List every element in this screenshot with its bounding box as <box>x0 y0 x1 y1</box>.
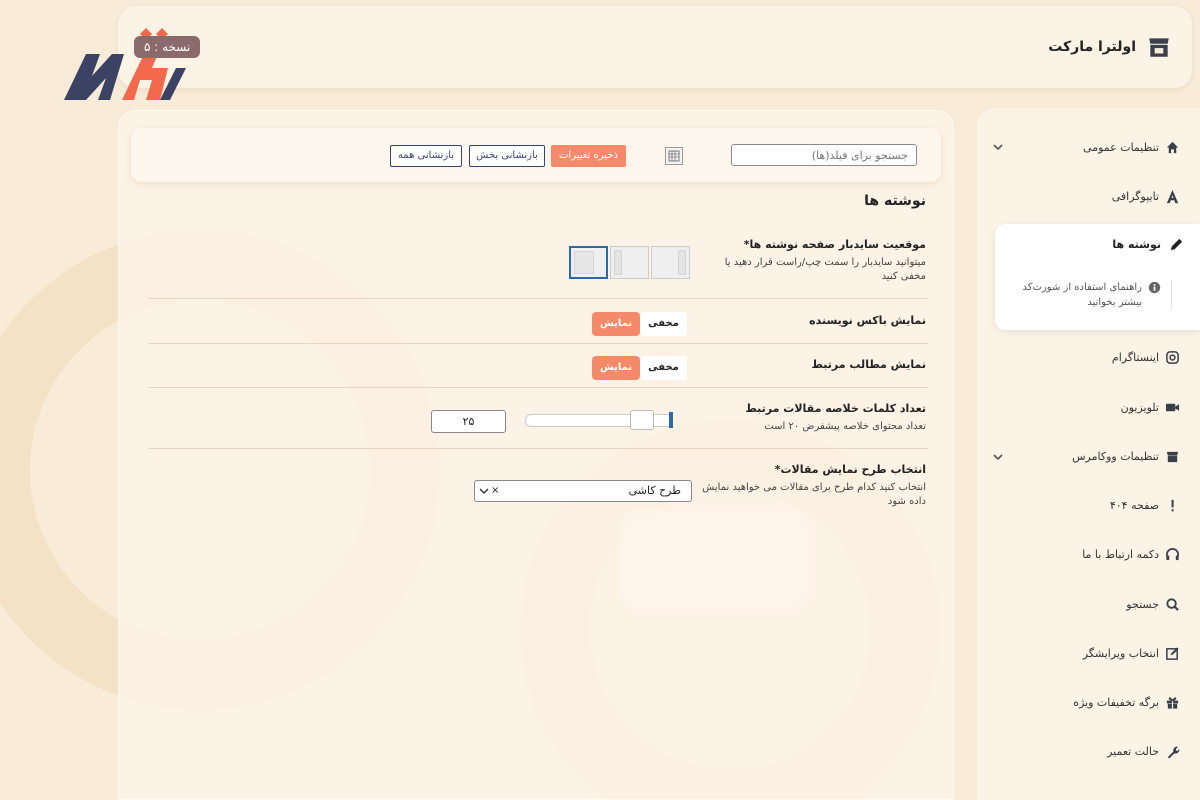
post-layout-desc: انتخاب کنید کدام طرح برای مقالات می خواه… <box>702 482 926 507</box>
sidebar-item-label: جستجو <box>1126 597 1159 611</box>
divider <box>148 448 928 449</box>
author-box-show-option[interactable]: نمایش <box>592 312 641 336</box>
search-icon <box>1166 597 1179 611</box>
related-posts-toggle[interactable]: نمایش مخفی <box>592 356 687 380</box>
sidebar-item-maintenance[interactable]: حالت تعمیر <box>1107 741 1180 761</box>
excerpt-words-input[interactable]: ۲۵ <box>431 410 506 433</box>
pencil-icon <box>1170 238 1183 251</box>
reset-all-button[interactable]: بازنشانی همه <box>390 145 462 167</box>
author-box-hide-option[interactable]: مخفی <box>640 312 687 336</box>
sidebar-item-typography[interactable]: تایپوگرافی <box>1112 186 1180 206</box>
field-search-input[interactable] <box>731 144 917 166</box>
sidebar-item-label: انتخاب ویرایشگر <box>1082 646 1159 660</box>
headphones-icon <box>1166 547 1179 560</box>
chevron-down-icon <box>479 488 489 494</box>
sidebar-item-label: دکمه ارتباط با ما <box>1082 547 1159 561</box>
sidebar-item-special-offers[interactable]: برگه تخفیفات ویژه <box>1073 692 1180 712</box>
sidebar-item-label: حالت تعمیر <box>1107 744 1159 758</box>
sidebar-item-label: تلویزیون <box>1120 400 1159 414</box>
version-badge: نسخه : ۵ <box>134 36 201 58</box>
chevron-down-icon[interactable] <box>993 452 1003 462</box>
chevron-down-icon[interactable] <box>993 142 1003 152</box>
instagram-icon <box>1166 350 1179 364</box>
excerpt-words-slider-handle[interactable] <box>630 410 655 430</box>
sidebar-position-label: موقعیت سایدبار صفحه نوشته ها* <box>743 238 926 251</box>
sidebar-item-active-title: نوشته ها <box>1112 237 1184 252</box>
sidebar-position-desc: میتوانید سایدبار را سمت چپ/راست قرار دهی… <box>724 257 926 282</box>
top-header: اولترا مارکت <box>118 6 1192 88</box>
divider <box>148 298 928 299</box>
sidebar-right-option[interactable] <box>651 246 690 279</box>
post-layout-select-value: طرح کاشی <box>628 484 681 497</box>
sidebar-item-tv[interactable]: تلویزیون <box>1121 397 1180 417</box>
sidebar-subitem-shortcode-guide[interactable]: راهنمای استفاده از شورت‌کد بیشتر بخوانید <box>1022 280 1172 310</box>
info-icon <box>1148 281 1161 294</box>
sidebar-left-option[interactable] <box>569 246 608 279</box>
store-icon <box>1149 38 1169 57</box>
sidebar-item-label: تایپوگرافی <box>1111 189 1159 203</box>
related-posts-show-option[interactable]: نمایش <box>592 356 641 380</box>
sidebar-subitem-label: راهنمای استفاده از شورت‌کد بیشتر بخوانید <box>1022 282 1142 308</box>
main-panel <box>118 110 954 800</box>
sidebar-none-option[interactable] <box>610 246 649 279</box>
post-layout-label: انتخاب طرح نمایش مقالات* <box>774 463 926 476</box>
brand: اولترا مارکت <box>1048 34 1172 60</box>
gift-icon <box>1166 696 1179 709</box>
sidebar-item-posts[interactable]: نوشته ها راهنمای استفاده از شورت‌کد بیشت… <box>995 224 1200 330</box>
related-posts-hide-option[interactable]: مخفی <box>640 356 687 380</box>
sidebar-item-search[interactable]: جستجو <box>1126 594 1180 614</box>
wrench-icon <box>1167 746 1180 759</box>
divider <box>148 387 928 388</box>
reset-section-button[interactable]: بازنشانی بخش <box>469 145 545 167</box>
sidebar-item-label: نوشته ها <box>1112 238 1161 251</box>
brand-title: اولترا مارکت <box>1048 39 1136 55</box>
sidebar-item-label: برگه تخفیفات ویژه <box>1073 695 1159 709</box>
save-changes-button[interactable]: ذخیره تغییرات <box>551 145 626 167</box>
sidebar-item-404[interactable]: صفحه ۴۰۴ <box>1110 495 1180 515</box>
sidebar-item-general-settings[interactable]: تنظیمات عمومی <box>1083 137 1180 157</box>
section-title: نوشته ها <box>864 193 926 209</box>
sidebar-item-label: تنظیمات عمومی <box>1083 140 1159 154</box>
sidebar-item-label: تنظیمات ووکامرس <box>1072 449 1159 463</box>
clear-icon[interactable]: × <box>491 481 499 501</box>
author-box-label: نمایش باکس نویسنده <box>809 314 926 327</box>
excerpt-words-label: تعداد کلمات خلاصه مقالات مرتبط <box>745 402 926 415</box>
sidebar-item-label: اینستاگرام <box>1111 350 1159 364</box>
excerpt-words-desc: تعداد محتوای خلاصه پیشفرض ۲۰ است <box>764 421 926 432</box>
author-box-toggle[interactable]: نمایش مخفی <box>592 312 687 336</box>
post-layout-select[interactable]: طرح کاشی × <box>474 480 692 502</box>
divider <box>148 343 928 344</box>
sidebar-item-contact-button[interactable]: دکمه ارتباط با ما <box>1082 544 1180 564</box>
store-icon <box>1166 451 1179 462</box>
home-icon <box>1166 141 1179 153</box>
sidebar-item-editor[interactable]: انتخاب ویرایشگر <box>1083 643 1180 663</box>
sidebar-item-label: صفحه ۴۰۴ <box>1109 498 1159 512</box>
sidebar-item-instagram[interactable]: اینستاگرام <box>1112 347 1180 367</box>
grid-view-icon[interactable] <box>665 147 683 165</box>
exclamation-icon <box>1171 499 1174 511</box>
slider-accent-mark <box>669 412 673 428</box>
typography-icon <box>1166 189 1179 203</box>
edit-icon <box>1166 646 1179 660</box>
related-posts-label: نمایش مطالب مرتبط <box>811 358 926 371</box>
video-icon <box>1165 403 1180 411</box>
sidebar-item-woocommerce[interactable]: تنظیمات ووکامرس <box>1072 446 1180 466</box>
